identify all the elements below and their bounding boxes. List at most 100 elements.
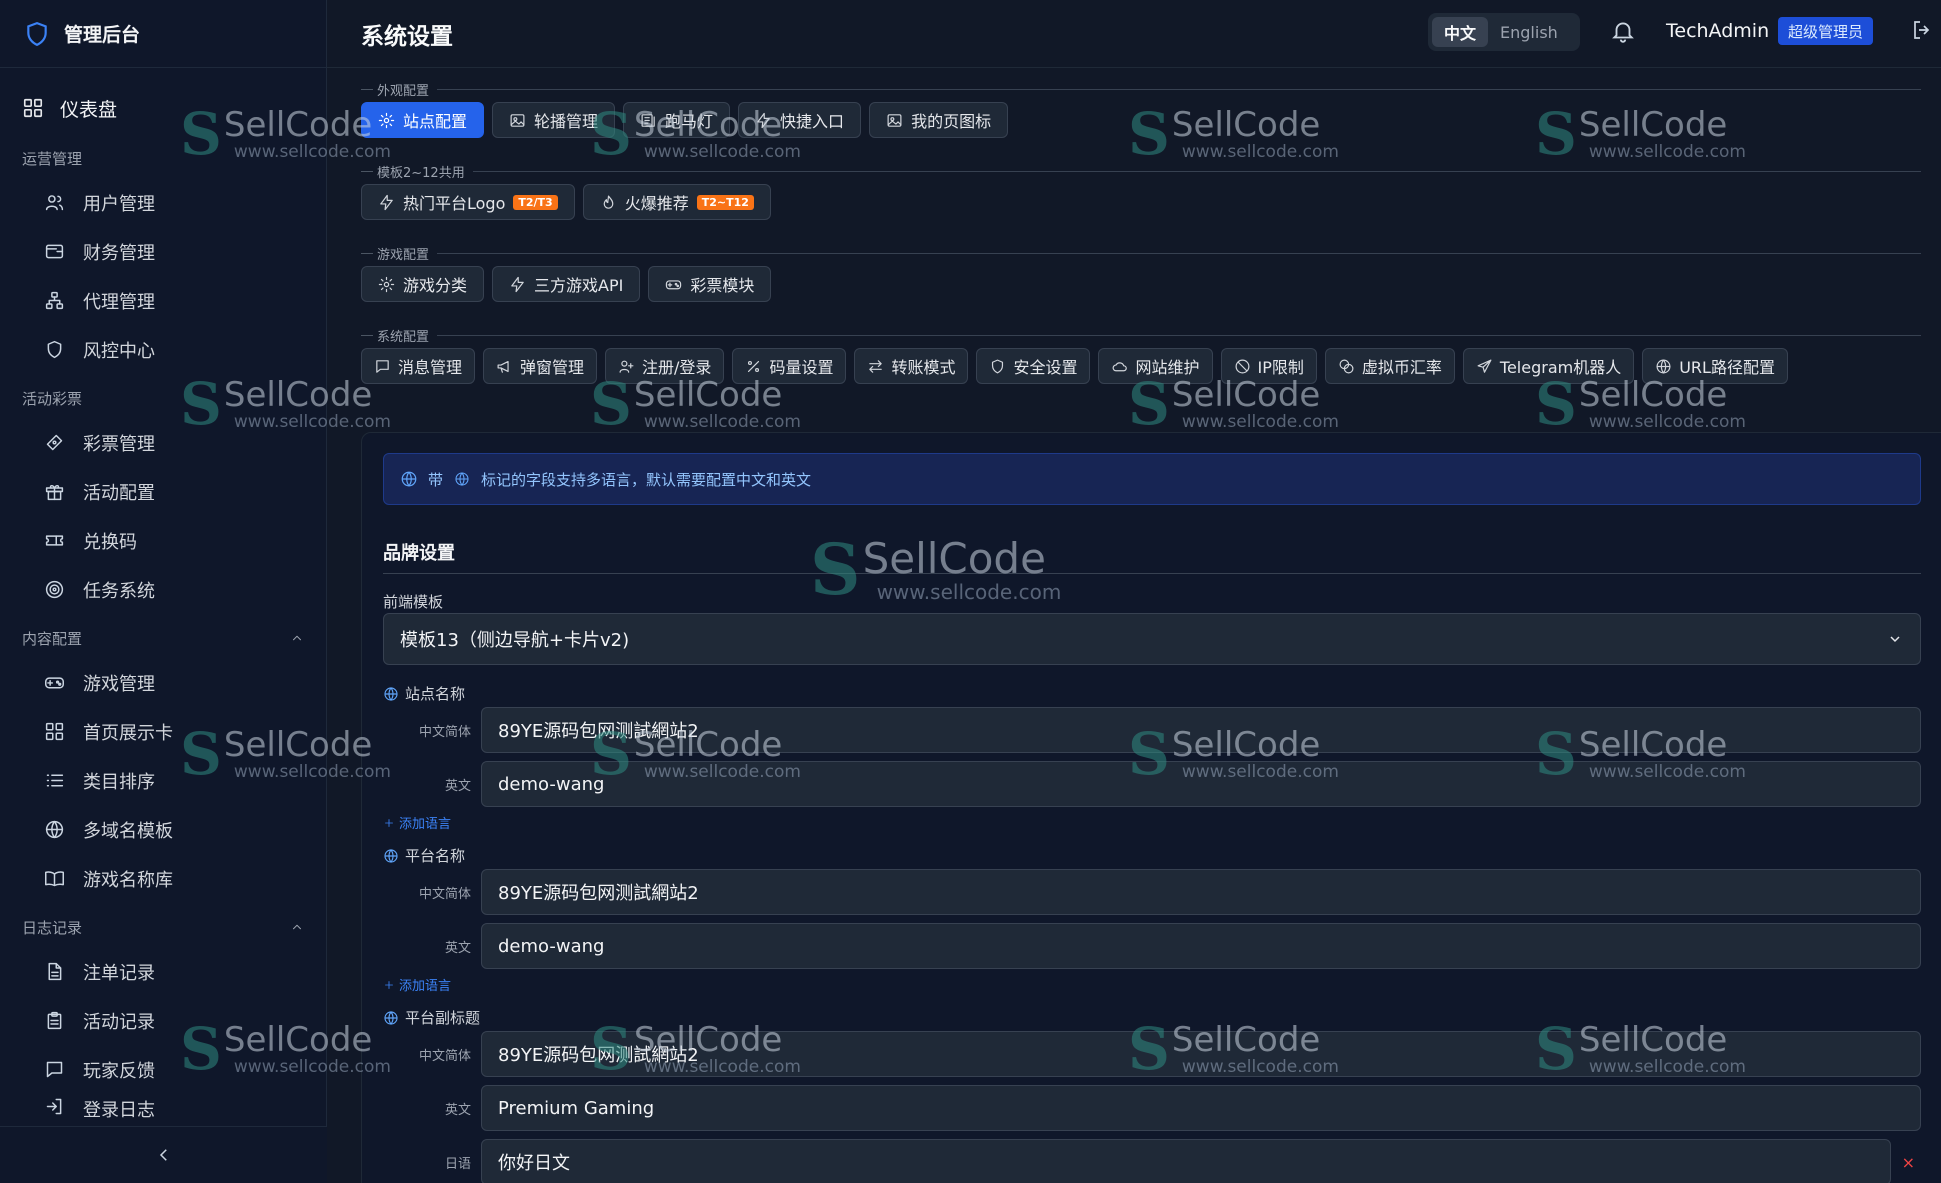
sidebar-item-label: 游戏管理 [83, 673, 155, 695]
coins-icon [1339, 359, 1354, 373]
sidebar-item[interactable]: 首页展示卡 [0, 707, 326, 756]
add-language-button[interactable]: 添加语言 [383, 813, 451, 832]
tab-label: 弹窗管理 [520, 358, 585, 377]
flame-icon [603, 195, 614, 209]
sidebar-item[interactable]: 注单记录 [0, 947, 326, 996]
sidebar-item[interactable]: 活动配置 [0, 467, 326, 516]
remove-language-icon[interactable]: × [1902, 1153, 1915, 1172]
field-label: 平台名称 [383, 845, 465, 866]
wallet-icon [45, 244, 64, 259]
tab-button[interactable]: 消息管理 [361, 348, 476, 384]
logout-icon[interactable] [1910, 18, 1934, 42]
tab-button[interactable]: 跑马灯 [623, 102, 731, 138]
tab-button[interactable]: 弹窗管理 [483, 348, 598, 384]
section-divider [361, 253, 373, 254]
target-icon [45, 580, 64, 599]
sidebar-item[interactable]: 游戏名称库 [0, 854, 326, 903]
sidebar-group-header[interactable]: 活动彩票 [0, 378, 326, 418]
tab-button[interactable]: 快捷入口 [738, 102, 862, 138]
bolt-icon [511, 276, 524, 292]
app-root: 管理后台 仪表盘 运营管理 用户管理 财务管理代理管理风控中心活动彩票 彩票管理活动配… [0, 0, 1941, 1183]
tab-button[interactable]: 我的页图标 [869, 102, 1009, 138]
sidebar-item-label: 登录日志 [83, 1100, 155, 1120]
sidebar-group-header[interactable]: 日志记录 [0, 907, 326, 947]
template-label: 前端模板 [383, 591, 443, 612]
percent-icon [748, 360, 760, 372]
sidebar-item-label: 活动记录 [83, 1011, 155, 1033]
sidebar-collapse-button[interactable] [0, 1126, 327, 1183]
text-input[interactable]: demo-wang [481, 923, 1921, 969]
tab-button[interactable]: 站点配置 [361, 102, 485, 138]
sidebar-item[interactable]: 游戏管理 [0, 658, 326, 707]
text-input[interactable]: 89YE源码包网测試網站2 [481, 1031, 1921, 1077]
sidebar-item[interactable]: 代理管理 [0, 276, 326, 325]
tab-button[interactable]: 网站维护 [1098, 348, 1213, 384]
tab-button[interactable]: 注册/登录 [605, 348, 725, 384]
lang-label: 日语 [444, 1156, 471, 1172]
brand[interactable]: 管理后台 [0, 0, 326, 68]
text-input[interactable]: 89YE源码包网测試網站2 [481, 869, 1921, 915]
lang-input-row: 中文简体 89YE源码包网测試網站2 [383, 869, 1921, 915]
tab-button[interactable]: IP限制 [1220, 348, 1317, 384]
sidebar-item[interactable]: 彩票管理 [0, 418, 326, 467]
multilang-notice: 带 标记的字段支持多语言，默认需要配置中文和英文 [383, 453, 1921, 505]
plus-icon [385, 818, 393, 827]
tab-label: 我的页图标 [911, 112, 992, 131]
text-input[interactable]: 89YE源码包网测試網站2 [481, 707, 1921, 753]
image-icon [887, 113, 902, 127]
chevron-up-icon [293, 924, 301, 930]
sidebar-item[interactable]: 任务系统 [0, 565, 326, 614]
lang-en-button[interactable]: English [1488, 17, 1570, 47]
sidebar-item[interactable]: 登录日志 [0, 1094, 326, 1120]
lottery-icon [46, 434, 63, 451]
sidebar-item[interactable]: 多域名模板 [0, 805, 326, 854]
sidebar-item[interactable]: 兑换码 [0, 516, 326, 565]
sidebar-item-label: 活动配置 [83, 482, 155, 504]
globe-icon [45, 820, 64, 839]
tab-button[interactable]: 轮播管理 [492, 102, 616, 138]
tab-label: 网站维护 [1135, 358, 1200, 377]
sidebar-group-header[interactable]: 运营管理 [0, 138, 326, 178]
sidebar-item[interactable]: 玩家反馈 [0, 1045, 326, 1094]
lang-zh-button[interactable]: 中文 [1432, 17, 1489, 47]
tab-button[interactable]: 虚拟币汇率 [1324, 348, 1455, 384]
tab-button[interactable]: URL路径配置 [1642, 348, 1788, 384]
sidebar-group-header[interactable]: 内容配置 [0, 618, 326, 658]
ticket-icon [45, 535, 64, 546]
tab-button[interactable]: 转账模式 [854, 348, 969, 384]
tab-button[interactable]: 码量设置 [732, 348, 847, 384]
tab-button[interactable]: 彩票模块 [648, 266, 772, 302]
tab-label: 虚拟币汇率 [1361, 358, 1442, 377]
tab-label: 游戏分类 [403, 276, 468, 295]
tab-button[interactable]: 火爆推荐 T2~T12 [582, 184, 771, 220]
sidebar-item[interactable]: 类目排序 [0, 756, 326, 805]
tab-button[interactable]: 热门平台Logo T2/T3 [361, 184, 575, 220]
add-language-label: 添加语言 [399, 817, 452, 832]
sidebar-item-label: 风控中心 [83, 340, 155, 362]
template-select[interactable]: 模板13（侧边导航+卡片v2) [383, 613, 1921, 665]
users-icon [45, 195, 64, 211]
tab-button[interactable]: 游戏分类 [361, 266, 485, 302]
sidebar-item-label: 代理管理 [83, 291, 155, 313]
sidebar-group-title: 内容配置 [22, 629, 83, 648]
add-language-button[interactable]: 添加语言 [383, 975, 451, 994]
tab-label: 三方游戏API [534, 276, 624, 295]
sidebar-item[interactable]: 财务管理 [0, 227, 326, 276]
gamepad-icon [666, 279, 682, 289]
sidebar-item[interactable]: 活动记录 [0, 996, 326, 1045]
text-input[interactable]: Premium Gaming [481, 1085, 1921, 1131]
sidebar-item[interactable]: 用户管理 [0, 178, 326, 227]
sidebar-item[interactable]: 风控中心 [0, 325, 326, 374]
bell-icon[interactable] [1610, 18, 1636, 44]
tab-button[interactable]: Telegram机器人 [1462, 348, 1635, 384]
tab-button[interactable]: 三方游戏API [492, 266, 641, 302]
text-input[interactable]: demo-wang [481, 761, 1921, 807]
sidebar-item-label: 类目排序 [83, 771, 155, 793]
tab-button[interactable]: 安全设置 [976, 348, 1091, 384]
gift-icon [45, 484, 64, 501]
text-input[interactable]: 你好日文 [481, 1139, 1891, 1183]
lang-input-row: 英文 demo-wang [383, 923, 1921, 969]
lang-label: 英文 [444, 1102, 471, 1118]
sidebar-item-dashboard[interactable]: 仪表盘 [0, 82, 326, 134]
template-select-value: 模板13（侧边导航+卡片v2) [400, 630, 630, 651]
